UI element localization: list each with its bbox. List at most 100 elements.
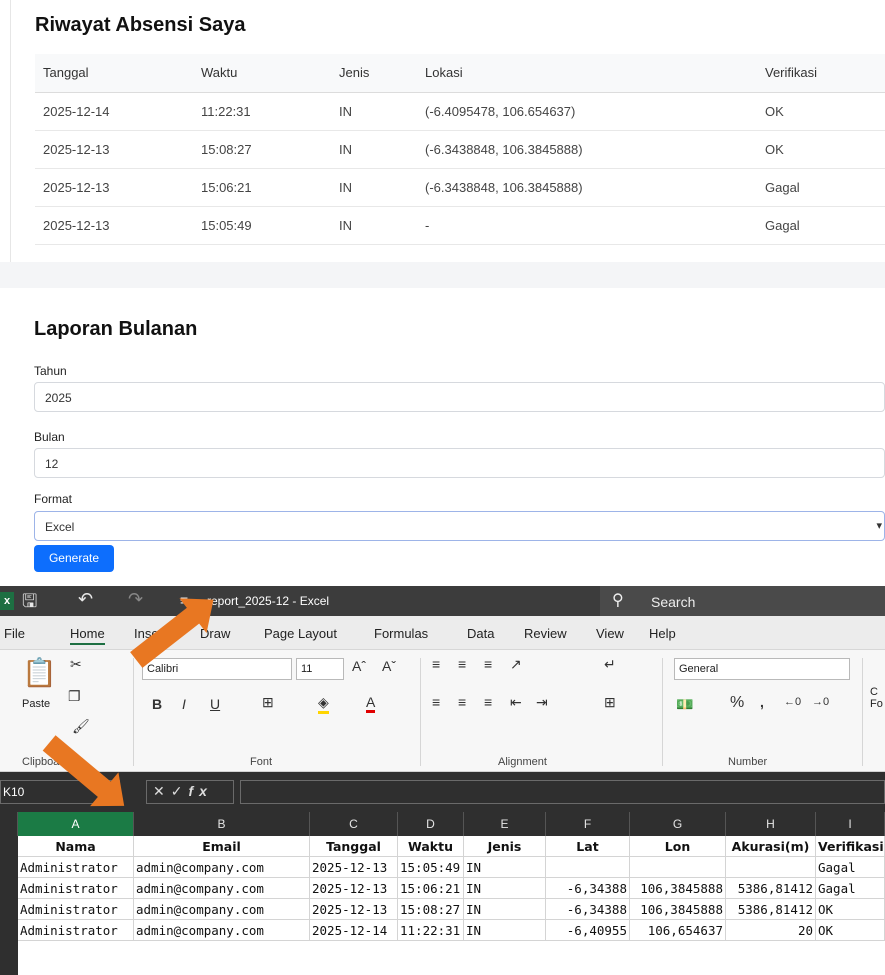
cancel-icon[interactable]: ✕ [153, 783, 171, 799]
cell-lat[interactable]: -6,34388 [546, 878, 630, 899]
cell-email[interactable]: admin@company.com [134, 899, 310, 920]
cell-jenis[interactable]: IN [464, 899, 546, 920]
align-left-icon[interactable]: ≡ [432, 694, 440, 710]
formula-input[interactable] [240, 780, 885, 804]
copy-icon[interactable]: ❐ [68, 688, 81, 705]
generate-button[interactable]: Generate [34, 545, 114, 572]
cell-waktu[interactable]: 11:22:31 [398, 920, 464, 941]
cell-waktu[interactable]: 15:06:21 [398, 878, 464, 899]
col-header-b[interactable]: B [134, 812, 310, 836]
tab-review[interactable]: Review [524, 626, 567, 641]
cell-jenis[interactable]: IN [464, 857, 546, 878]
font-color-icon[interactable]: A [366, 694, 376, 713]
cell-nama[interactable]: Administrator [18, 857, 134, 878]
cell-lon[interactable]: 106,654637 [630, 920, 726, 941]
cell-header-nama[interactable]: Nama [18, 836, 134, 857]
undo-icon[interactable]: ↶ [78, 589, 93, 610]
align-right-icon[interactable]: ≡ [484, 694, 492, 710]
tab-page-layout[interactable]: Page Layout [264, 626, 337, 641]
cell-header-jenis[interactable]: Jenis [464, 836, 546, 857]
cell-lat[interactable] [546, 857, 630, 878]
cell-akurasi[interactable]: 5386,81412 [726, 878, 816, 899]
cell-jenis[interactable]: IN [464, 920, 546, 941]
month-input[interactable]: 12 [34, 448, 885, 478]
fill-color-icon[interactable]: ◈ [318, 694, 329, 714]
cell-lon[interactable]: 106,3845888 [630, 878, 726, 899]
align-middle-icon[interactable]: ≡ [458, 656, 466, 672]
cell-verifikasi[interactable]: OK [816, 899, 885, 920]
percent-style-icon[interactable]: % [730, 694, 744, 712]
cell-lon[interactable]: 106,3845888 [630, 899, 726, 920]
cell-email[interactable]: admin@company.com [134, 857, 310, 878]
year-input[interactable]: 2025 [34, 382, 885, 412]
font-name-select[interactable]: Calibri [142, 658, 292, 680]
cell-header-email[interactable]: Email [134, 836, 310, 857]
merge-center-icon[interactable]: ⊞ [604, 694, 616, 711]
cell-header-lon[interactable]: Lon [630, 836, 726, 857]
cut-icon[interactable]: ✂ [70, 656, 82, 673]
cell-lon[interactable] [630, 857, 726, 878]
function-icon[interactable]: fx [188, 783, 212, 799]
cell-email[interactable]: admin@company.com [134, 920, 310, 941]
tab-data[interactable]: Data [467, 626, 494, 641]
col-header-c[interactable]: C [310, 812, 398, 836]
increase-decimal-icon[interactable]: ←0 [784, 696, 801, 708]
redo-icon[interactable]: ↷ [128, 589, 143, 610]
paste-label[interactable]: Paste [22, 698, 50, 710]
col-header-i[interactable]: I [816, 812, 885, 836]
cell-header-tanggal[interactable]: Tanggal [310, 836, 398, 857]
cell-akurasi[interactable] [726, 857, 816, 878]
tab-help[interactable]: Help [649, 626, 676, 641]
accounting-format-icon[interactable]: 💵 [676, 696, 693, 713]
col-header-a[interactable]: A [18, 812, 134, 836]
tab-home[interactable]: Home [70, 626, 105, 645]
col-header-g[interactable]: G [630, 812, 726, 836]
cell-verifikasi[interactable]: OK [816, 920, 885, 941]
format-select[interactable]: Excel ▾ [34, 511, 885, 541]
conditional-format-label[interactable]: C Fo [870, 686, 883, 710]
cell-tanggal[interactable]: 2025-12-13 [310, 878, 398, 899]
cell-email[interactable]: admin@company.com [134, 878, 310, 899]
search-box[interactable] [600, 586, 885, 616]
font-size-select[interactable]: 11 [296, 658, 344, 680]
decrease-font-icon[interactable]: Aˇ [382, 658, 396, 674]
cell-header-akurasi[interactable]: Akurasi(m) [726, 836, 816, 857]
enter-icon[interactable]: ✓ [171, 783, 189, 799]
cell-akurasi[interactable]: 5386,81412 [726, 899, 816, 920]
align-top-icon[interactable]: ≡ [432, 656, 440, 672]
cell-lat[interactable]: -6,40955 [546, 920, 630, 941]
align-center-icon[interactable]: ≡ [458, 694, 466, 710]
cell-waktu[interactable]: 15:08:27 [398, 899, 464, 920]
format-painter-icon[interactable]: 🖌 [72, 718, 90, 735]
cell-jenis[interactable]: IN [464, 878, 546, 899]
tab-formulas[interactable]: Formulas [374, 626, 428, 641]
cell-verifikasi[interactable]: Gagal [816, 878, 885, 899]
cell-nama[interactable]: Administrator [18, 878, 134, 899]
cell-verifikasi[interactable]: Gagal [816, 857, 885, 878]
cell-lat[interactable]: -6,34388 [546, 899, 630, 920]
increase-indent-icon[interactable]: ⇥ [536, 694, 548, 711]
col-header-f[interactable]: F [546, 812, 630, 836]
wrap-text-icon[interactable]: ↵ [604, 656, 616, 673]
tab-view[interactable]: View [596, 626, 624, 641]
italic-icon[interactable]: I [182, 696, 186, 712]
cell-nama[interactable]: Administrator [18, 899, 134, 920]
align-bottom-icon[interactable]: ≡ [484, 656, 492, 672]
cell-tanggal[interactable]: 2025-12-13 [310, 899, 398, 920]
cell-header-lat[interactable]: Lat [546, 836, 630, 857]
col-header-h[interactable]: H [726, 812, 816, 836]
orientation-icon[interactable]: ↗ [510, 656, 522, 673]
bold-icon[interactable]: B [152, 696, 162, 712]
decrease-decimal-icon[interactable]: →0 [812, 696, 829, 708]
cell-waktu[interactable]: 15:05:49 [398, 857, 464, 878]
comma-style-icon[interactable]: , [760, 694, 764, 710]
cell-header-waktu[interactable]: Waktu [398, 836, 464, 857]
save-icon[interactable]: 🖫 [22, 589, 37, 619]
borders-icon[interactable]: ⊞ [262, 694, 274, 711]
cell-tanggal[interactable]: 2025-12-14 [310, 920, 398, 941]
cell-tanggal[interactable]: 2025-12-13 [310, 857, 398, 878]
cell-nama[interactable]: Administrator [18, 920, 134, 941]
cell-akurasi[interactable]: 20 [726, 920, 816, 941]
select-all-corner[interactable] [0, 812, 18, 836]
spreadsheet-grid[interactable]: A B C D E F G H I Nama Email Tanggal Wak… [0, 812, 885, 975]
